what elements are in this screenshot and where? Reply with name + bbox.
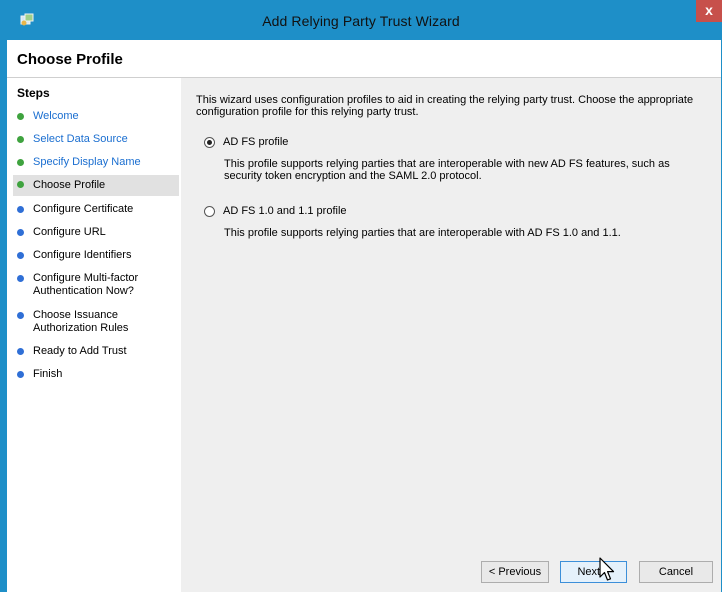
step-select-data-source[interactable]: Select Data Source [13, 133, 179, 148]
step-complete-icon [17, 136, 24, 143]
step-pending-icon [17, 206, 24, 213]
close-icon: x [705, 2, 713, 18]
option-description: This profile supports relying parties th… [224, 227, 621, 239]
step-ready-to-add-trust: Ready to Add Trust [13, 345, 179, 360]
step-label: Configure Certificate [33, 203, 134, 215]
step-configure-url: Configure URL [13, 226, 179, 241]
step-configure-multi-factor: Configure Multi-factor Authentication No… [13, 272, 179, 300]
previous-button[interactable]: < Previous [481, 561, 549, 583]
close-button[interactable]: x [696, 0, 722, 22]
step-welcome[interactable]: Welcome [13, 110, 179, 125]
step-pending-icon [17, 348, 24, 355]
step-pending-icon [17, 312, 24, 319]
radio-button[interactable] [204, 206, 215, 217]
next-button[interactable]: Next > [560, 561, 627, 583]
window-title: Add Relying Party Trust Wizard [262, 13, 460, 29]
wizard-client-area: Choose Profile Steps Welcome Select Data… [7, 40, 721, 592]
step-choose-issuance-authorization-rules: Choose Issuance Authorization Rules [13, 309, 179, 337]
step-label: Specify Display Name [33, 156, 141, 168]
mouse-pointer-icon [599, 557, 615, 581]
step-pending-icon [17, 275, 24, 282]
step-label: Select Data Source [33, 133, 128, 145]
page-title: Choose Profile [17, 51, 123, 68]
step-specify-display-name[interactable]: Specify Display Name [13, 156, 179, 171]
step-complete-icon [17, 113, 24, 120]
step-complete-icon [17, 159, 24, 166]
step-label: Choose Profile [33, 179, 106, 191]
step-choose-profile: Choose Profile [13, 175, 179, 196]
step-label: Ready to Add Trust [33, 345, 127, 357]
step-label: Configure Identifiers [33, 249, 132, 261]
step-label: Choose Issuance Authorization Rules [33, 309, 129, 334]
intro-text: This wizard uses configuration profiles … [196, 94, 694, 118]
radio-label[interactable]: AD FS 1.0 and 1.1 profile [223, 205, 347, 217]
steps-sidebar: Steps Welcome Select Data Source Specify… [7, 78, 181, 592]
radio-button-selected[interactable] [204, 137, 215, 148]
step-pending-icon [17, 252, 24, 259]
radio-label[interactable]: AD FS profile [223, 136, 288, 148]
title-bar: Add Relying Party Trust Wizard x [0, 0, 722, 40]
step-label: Configure Multi-factor Authentication No… [33, 272, 139, 297]
step-finish: Finish [13, 368, 179, 383]
option-description: This profile supports relying parties th… [224, 158, 670, 182]
step-label: Welcome [33, 110, 79, 122]
page-header: Choose Profile [7, 40, 721, 78]
step-configure-certificate: Configure Certificate [13, 203, 179, 218]
step-label: Finish [33, 368, 63, 380]
step-pending-icon [17, 229, 24, 236]
cancel-button[interactable]: Cancel [639, 561, 713, 583]
step-label: Configure URL [33, 226, 106, 238]
main-panel: This wizard uses configuration profiles … [181, 78, 721, 592]
step-configure-identifiers: Configure Identifiers [13, 249, 179, 264]
steps-heading: Steps [17, 86, 50, 100]
step-complete-icon [17, 181, 24, 188]
step-pending-icon [17, 371, 24, 378]
